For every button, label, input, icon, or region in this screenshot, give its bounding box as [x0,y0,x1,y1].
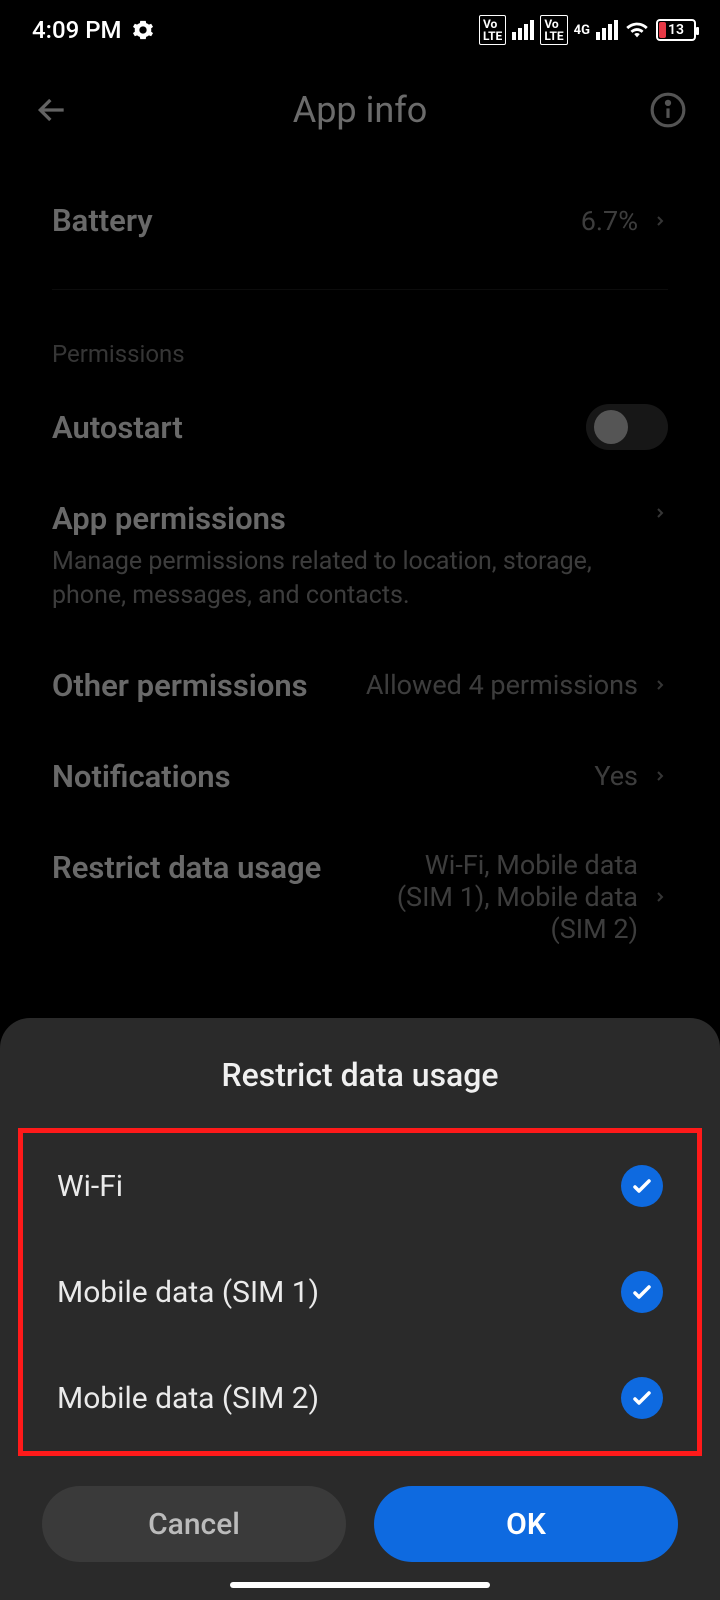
other-permissions-row[interactable]: Other permissions Allowed 4 permissions [0,633,720,724]
info-icon[interactable] [646,88,690,132]
chevron-right-icon [652,763,668,789]
app-permissions-label: App permissions [52,500,652,537]
restrict-data-dialog: Restrict data usage Wi-Fi Mobile data (S… [0,1018,720,1600]
battery-label: Battery [52,202,153,239]
checkmark-icon [621,1377,663,1419]
back-icon[interactable] [30,88,74,132]
other-permissions-label: Other permissions [52,667,308,704]
highlight-box: Wi-Fi Mobile data (SIM 1) Mobile data (S… [18,1128,702,1456]
option-wifi-label: Wi-Fi [57,1169,123,1204]
restrict-data-row[interactable]: Restrict data usage Wi-Fi, Mobile data (… [0,815,720,965]
ok-button[interactable]: OK [374,1486,678,1562]
divider [52,289,668,290]
option-sim2[interactable]: Mobile data (SIM 2) [23,1345,697,1451]
app-permissions-desc: Manage permissions related to location, … [52,545,652,613]
chevron-right-icon [652,208,668,234]
chevron-right-icon [652,672,668,698]
checkmark-icon [621,1165,663,1207]
option-sim1[interactable]: Mobile data (SIM 1) [23,1239,697,1345]
permissions-section-header: Permissions [0,300,720,384]
chevron-right-icon [652,884,668,910]
autostart-label: Autostart [52,409,183,446]
cancel-button[interactable]: Cancel [42,1486,346,1562]
checkmark-icon [621,1271,663,1313]
page-title: App info [293,89,428,131]
option-wifi[interactable]: Wi-Fi [23,1133,697,1239]
restrict-data-label: Restrict data usage [52,849,321,886]
battery-value: 6.7% [581,205,638,237]
option-sim1-label: Mobile data (SIM 1) [57,1275,319,1310]
notifications-label: Notifications [52,758,231,795]
chevron-right-icon [652,500,668,526]
autostart-row[interactable]: Autostart [0,384,720,470]
other-permissions-value: Allowed 4 permissions [366,669,638,701]
autostart-toggle[interactable] [586,404,668,450]
restrict-data-value: Wi-Fi, Mobile data (SIM 1), Mobile data … [368,849,638,945]
option-sim2-label: Mobile data (SIM 2) [57,1381,319,1416]
notifications-row[interactable]: Notifications Yes [0,724,720,815]
cancel-button-label: Cancel [148,1507,240,1542]
battery-row[interactable]: Battery 6.7% [0,182,720,259]
app-permissions-row[interactable]: App permissions Manage permissions relat… [0,470,720,633]
ok-button-label: OK [506,1507,546,1542]
notifications-value: Yes [594,760,638,792]
dialog-title: Restrict data usage [0,1018,720,1128]
home-indicator[interactable] [230,1582,490,1588]
